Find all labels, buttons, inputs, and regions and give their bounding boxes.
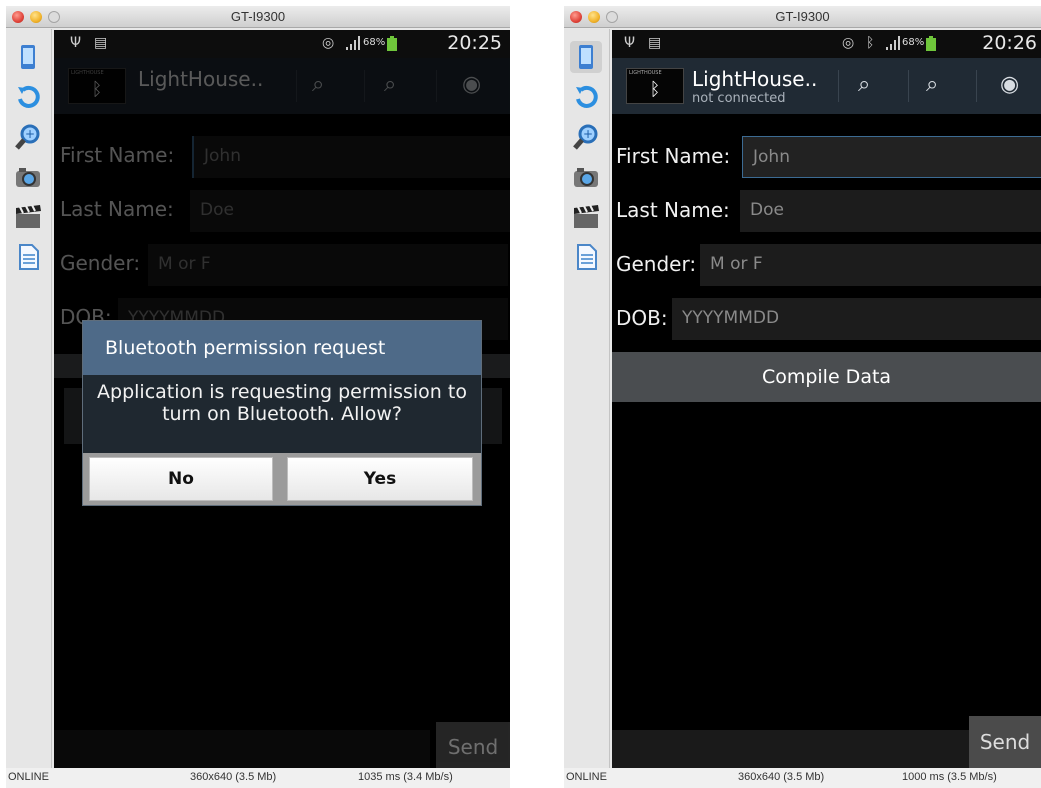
usb-icon: Ψ	[70, 35, 82, 51]
document-icon[interactable]	[12, 241, 44, 273]
app-logo[interactable]: LIGHTHOUSE ᛒ	[626, 68, 684, 104]
message-input[interactable]	[612, 730, 970, 768]
svg-text:+: +	[583, 127, 593, 141]
zoom-icon[interactable]: +	[12, 121, 44, 153]
search-icon[interactable]: ⌕	[312, 72, 324, 97]
rotate-icon[interactable]	[570, 81, 602, 113]
search-icon[interactable]: ⌕	[384, 72, 396, 97]
frame-timing: 1000 ms (3.5 Mb/s)	[902, 771, 997, 783]
screen-resolution: 360x640 (3.5 Mb)	[738, 771, 825, 783]
phone-screen: Ψ ▤ ◎ ᛒ 68% 20:26 LIGHTHOUSE ᛒ LightHous…	[612, 30, 1041, 768]
app-actionbar: LIGHTHOUSE ᛒ LightHouse.. not connected …	[612, 58, 1041, 114]
window-title: GT-I9300	[230, 9, 286, 24]
window-titlebar[interactable]: GT-I9300	[564, 6, 1041, 28]
no-button[interactable]: No	[89, 457, 273, 501]
compile-data-button[interactable]: Compile Data	[612, 352, 1041, 402]
frame-timing: 1035 ms (3.4 Mb/s)	[358, 771, 453, 783]
device-icon[interactable]	[570, 41, 602, 73]
actionbar-divider	[364, 70, 365, 102]
eye-icon: ◎	[322, 35, 335, 51]
last-name-label: Last Name:	[60, 197, 174, 221]
status-clock: 20:25	[447, 32, 502, 54]
connection-subtitle: not connected	[692, 91, 786, 106]
bluetooth-status-icon: ᛒ	[866, 35, 875, 51]
last-name-label: Last Name:	[616, 198, 730, 222]
actionbar-divider	[436, 70, 437, 102]
android-statusbar: Ψ ▤ ◎ 68% 20:25	[54, 30, 510, 58]
logo-text: LIGHTHOUSE	[629, 70, 662, 76]
bluetooth-icon: ᛒ	[649, 79, 661, 100]
window-title: GT-I9300	[775, 9, 830, 24]
yes-button[interactable]: Yes	[287, 457, 473, 501]
target-icon[interactable]: ◉	[1000, 72, 1019, 97]
search-icon[interactable]: ⌕	[858, 72, 870, 97]
first-name-label: First Name:	[60, 143, 175, 167]
actionbar-divider	[976, 70, 977, 102]
logo-text: LIGHTHOUSE	[71, 70, 104, 76]
dob-label: DOB:	[616, 306, 668, 330]
svg-text:+: +	[25, 127, 35, 141]
battery-icon	[386, 36, 398, 56]
file-icon: ▤	[648, 35, 662, 51]
zoom-icon[interactable]: +	[570, 121, 602, 153]
emulator-toolbar: +	[6, 29, 52, 768]
connection-state: ONLINE	[8, 771, 49, 783]
battery-icon	[925, 36, 937, 56]
file-icon: ▤	[94, 35, 108, 51]
actionbar-divider	[908, 70, 909, 102]
message-input[interactable]	[54, 730, 430, 768]
video-clapper-icon[interactable]	[570, 201, 602, 233]
app-title: LightHouse..	[138, 67, 264, 91]
screen-resolution: 360x640 (3.5 Mb)	[190, 771, 277, 783]
app-title: LightHouse..	[692, 67, 818, 91]
document-icon[interactable]	[570, 241, 602, 273]
usb-icon: Ψ	[624, 35, 636, 51]
first-name-field[interactable]: John	[742, 136, 1041, 178]
search-icon[interactable]: ⌕	[926, 72, 938, 97]
gender-label: Gender:	[616, 252, 697, 276]
dialog-message: Application is requesting permission to …	[97, 381, 467, 425]
android-statusbar: Ψ ▤ ◎ ᛒ 68% 20:26	[612, 30, 1041, 58]
emulator-window-left: GT-I9300 + Ψ ▤ ◎ 68% 20:25 LIGHTHOUSE ᛒ …	[6, 6, 510, 788]
status-clock: 20:26	[982, 32, 1037, 54]
signal-bars-icon	[344, 35, 360, 55]
camera-icon[interactable]	[12, 161, 44, 193]
first-name-field[interactable]: John	[192, 136, 510, 178]
actionbar-divider	[296, 70, 297, 102]
window-titlebar[interactable]: GT-I9300	[6, 6, 510, 28]
bluetooth-icon: ᛒ	[91, 79, 103, 100]
actionbar-divider	[838, 70, 839, 102]
connection-state: ONLINE	[566, 771, 607, 783]
camera-icon[interactable]	[570, 161, 602, 193]
rotate-icon[interactable]	[12, 81, 44, 113]
gender-label: Gender:	[60, 251, 141, 275]
dialog-button-row: No Yes	[83, 453, 481, 505]
emulator-statusline: ONLINE 360x640 (3.5 Mb) 1000 ms (3.5 Mb/…	[564, 768, 1041, 788]
first-name-label: First Name:	[616, 144, 731, 168]
signal-bars-icon	[884, 35, 900, 55]
dob-field[interactable]: YYYYMMDD	[672, 298, 1041, 340]
battery-percent: 68%	[363, 37, 386, 48]
dialog-title: Bluetooth permission request	[83, 321, 481, 375]
bluetooth-permission-dialog: Bluetooth permission request Application…	[82, 320, 482, 506]
send-button[interactable]: Send	[436, 722, 510, 768]
video-clapper-icon[interactable]	[12, 201, 44, 233]
gender-field[interactable]: M or F	[148, 244, 508, 286]
device-icon[interactable]	[12, 41, 44, 73]
emulator-window-right: GT-I9300 + Ψ ▤ ◎ ᛒ 68% 20:26 LIGHTHOUSE …	[564, 6, 1041, 788]
phone-screen: Ψ ▤ ◎ 68% 20:25 LIGHTHOUSE ᛒ LightHouse.…	[54, 30, 510, 768]
last-name-field[interactable]: Doe	[740, 190, 1041, 232]
last-name-field[interactable]: Doe	[190, 190, 510, 232]
emulator-toolbar: +	[564, 29, 610, 768]
gender-field[interactable]: M or F	[700, 244, 1041, 286]
app-logo[interactable]: LIGHTHOUSE ᛒ	[68, 68, 126, 104]
target-icon[interactable]: ◉	[462, 72, 481, 97]
emulator-statusline: ONLINE 360x640 (3.5 Mb) 1035 ms (3.4 Mb/…	[6, 768, 510, 788]
app-actionbar: LIGHTHOUSE ᛒ LightHouse.. ⌕ ⌕ ◉	[54, 58, 510, 114]
eye-icon: ◎	[842, 35, 855, 51]
battery-percent: 68%	[902, 37, 925, 48]
send-button[interactable]: Send	[969, 716, 1041, 768]
